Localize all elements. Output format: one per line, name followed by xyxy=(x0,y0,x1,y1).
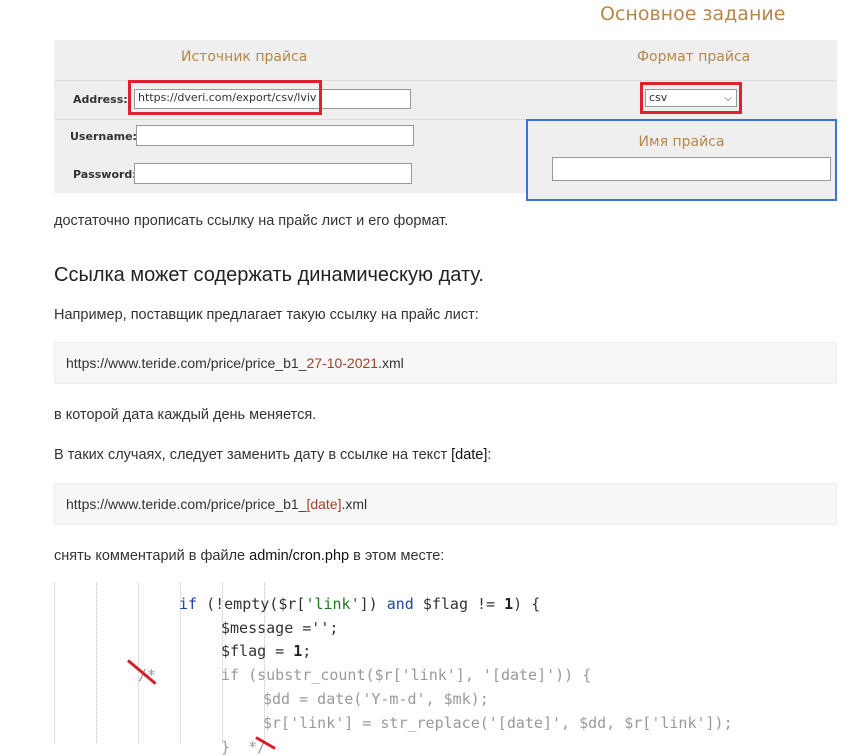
paragraph-replace-suffix: : xyxy=(487,447,492,463)
format-highlight xyxy=(640,82,742,114)
paragraph-cron-suffix: в этом месте: xyxy=(349,548,445,564)
username-input[interactable] xyxy=(136,125,414,146)
code-snippet: if (!empty($r['link']) and $flag != 1) {… xyxy=(54,583,837,756)
paragraph-replace-prefix: В таких случаях, следует заменить дату в… xyxy=(54,447,452,463)
code-line: $message =''; xyxy=(221,619,339,637)
code-line: $flag = 1; xyxy=(221,642,312,660)
section-title: Основное задание xyxy=(600,3,786,25)
url-example-date: 27-10-2021 xyxy=(306,355,379,371)
address-label: Address: xyxy=(73,93,128,106)
section-heading: Ссылка может содержать динамическую дату… xyxy=(54,264,484,286)
paragraph-cron: снять комментарий в файле admin/cron.php… xyxy=(54,548,444,564)
paragraph-intro: достаточно прописать ссылку на прайс лис… xyxy=(54,213,449,229)
url-example-prefix: https://www.teride.com/price/price_b1_ xyxy=(66,355,307,371)
password-label: Password: xyxy=(73,168,137,181)
url-example-box: https://www.teride.com/price/price_b1_27… xyxy=(54,342,837,384)
format-header: Формат прайса xyxy=(637,49,751,65)
url-example-suffix: .xml xyxy=(378,355,404,371)
price-name-highlight: Имя прайса xyxy=(526,119,837,201)
url-template-box: https://www.teride.com/price/price_b1_[d… xyxy=(54,483,837,525)
date-token: [date] xyxy=(451,447,488,463)
password-input[interactable] xyxy=(134,163,412,184)
cron-file-path: admin/cron.php xyxy=(249,548,350,564)
source-header: Источник прайса xyxy=(181,49,308,65)
code-line-commented: if (substr_count($r['link'], '[date]')) … xyxy=(221,666,592,684)
url-template-prefix: https://www.teride.com/price/price_b1_ xyxy=(66,496,307,512)
address-highlight xyxy=(128,80,322,115)
price-name-input[interactable] xyxy=(552,157,831,181)
indent-guide xyxy=(54,583,55,743)
code-line-commented: $dd = date('Y-m-d', $mk); xyxy=(263,690,489,708)
price-name-label: Имя прайса xyxy=(638,134,725,150)
paragraph-cron-prefix: снять комментарий в файле xyxy=(54,548,250,564)
paragraph-example: Например, поставщик предлагает такую ссы… xyxy=(54,307,479,323)
code-line: if (!empty($r['link']) and $flag != 1) { xyxy=(179,595,541,613)
indent-guide xyxy=(138,583,139,743)
url-template-suffix: .xml xyxy=(341,496,368,512)
code-line-commented: $r['link'] = str_replace('[date]', $dd, … xyxy=(263,714,733,732)
paragraph-date-changes: в которой дата каждый день меняется. xyxy=(54,407,317,423)
indent-guide xyxy=(96,583,97,743)
username-label: Username: xyxy=(70,130,137,143)
paragraph-replace: В таких случаях, следует заменить дату в… xyxy=(54,447,491,463)
url-template-date: [date] xyxy=(306,496,342,512)
